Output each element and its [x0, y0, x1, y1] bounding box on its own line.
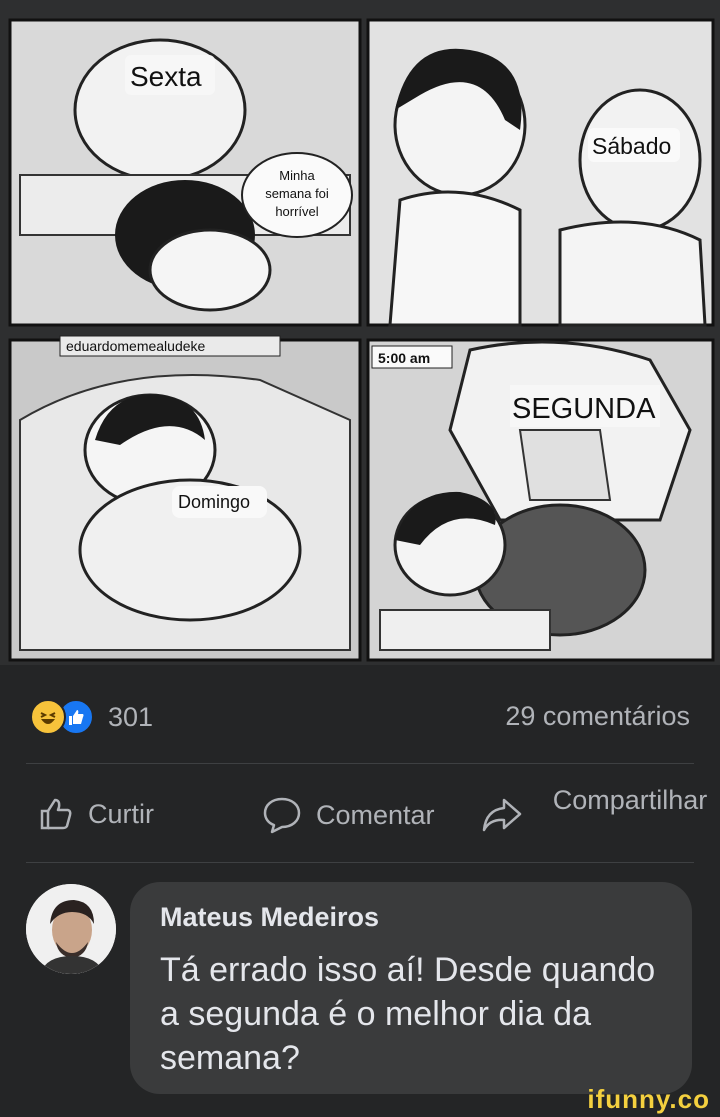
bubble-line-3: horrível [275, 204, 318, 219]
share-label[interactable]: Compartilhar [540, 782, 720, 818]
commenter-avatar[interactable] [26, 884, 116, 974]
reaction-count: 301 [108, 701, 154, 732]
comic-strip: Sexta Minha semana foi horrível Sábado D… [0, 0, 720, 665]
thumbs-up-icon [40, 798, 72, 830]
comment-count-link[interactable]: 29 comentários [505, 701, 690, 732]
comment-text: Tá errado isso aí! Desde quando a segund… [160, 951, 656, 1077]
divider [26, 763, 694, 764]
like-label: Curtir [88, 798, 154, 829]
comment-bubble[interactable]: Mateus Medeiros Tá errado isso aí! Desde… [130, 882, 692, 1094]
share-arrow-icon [482, 798, 522, 832]
post-action-bar: Curtir Comentar Compartilhar [0, 766, 720, 862]
comment-label: Comentar [316, 799, 435, 830]
like-button[interactable]: Curtir [38, 796, 154, 832]
panel-saturday: Sábado [366, 18, 715, 327]
comment-author[interactable]: Mateus Medeiros [160, 902, 379, 933]
caption-sexta: Sexta [130, 61, 202, 92]
divider [26, 862, 694, 863]
share-button[interactable] [480, 796, 524, 834]
reactions-summary[interactable]: 301 [30, 699, 153, 735]
meme-image[interactable]: Sexta Minha semana foi horrível Sábado D… [0, 0, 720, 665]
caption-domingo: Domingo [178, 492, 250, 512]
caption-time: 5:00 am [378, 350, 430, 366]
artist-credit: eduardomemealudeke [66, 338, 206, 354]
comment-bubble-icon [263, 797, 301, 834]
panel-friday: Sexta Minha semana foi horrível [8, 18, 362, 327]
ifunny-watermark: ifunny.co [587, 1084, 710, 1114]
haha-reaction-icon [30, 699, 66, 735]
caption-segunda: SEGUNDA [512, 393, 656, 425]
panel-sunday: Domingo eduardomemealudeke [8, 335, 362, 662]
panel-monday: 5:00 am SEGUNDA [366, 338, 715, 662]
comment-button[interactable]: Comentar [262, 796, 435, 834]
bubble-line-1: Minha [279, 168, 315, 183]
caption-sabado: Sábado [592, 133, 671, 159]
bubble-line-2: semana foi [265, 186, 329, 201]
post-stats: 301 29 comentários [0, 665, 720, 765]
